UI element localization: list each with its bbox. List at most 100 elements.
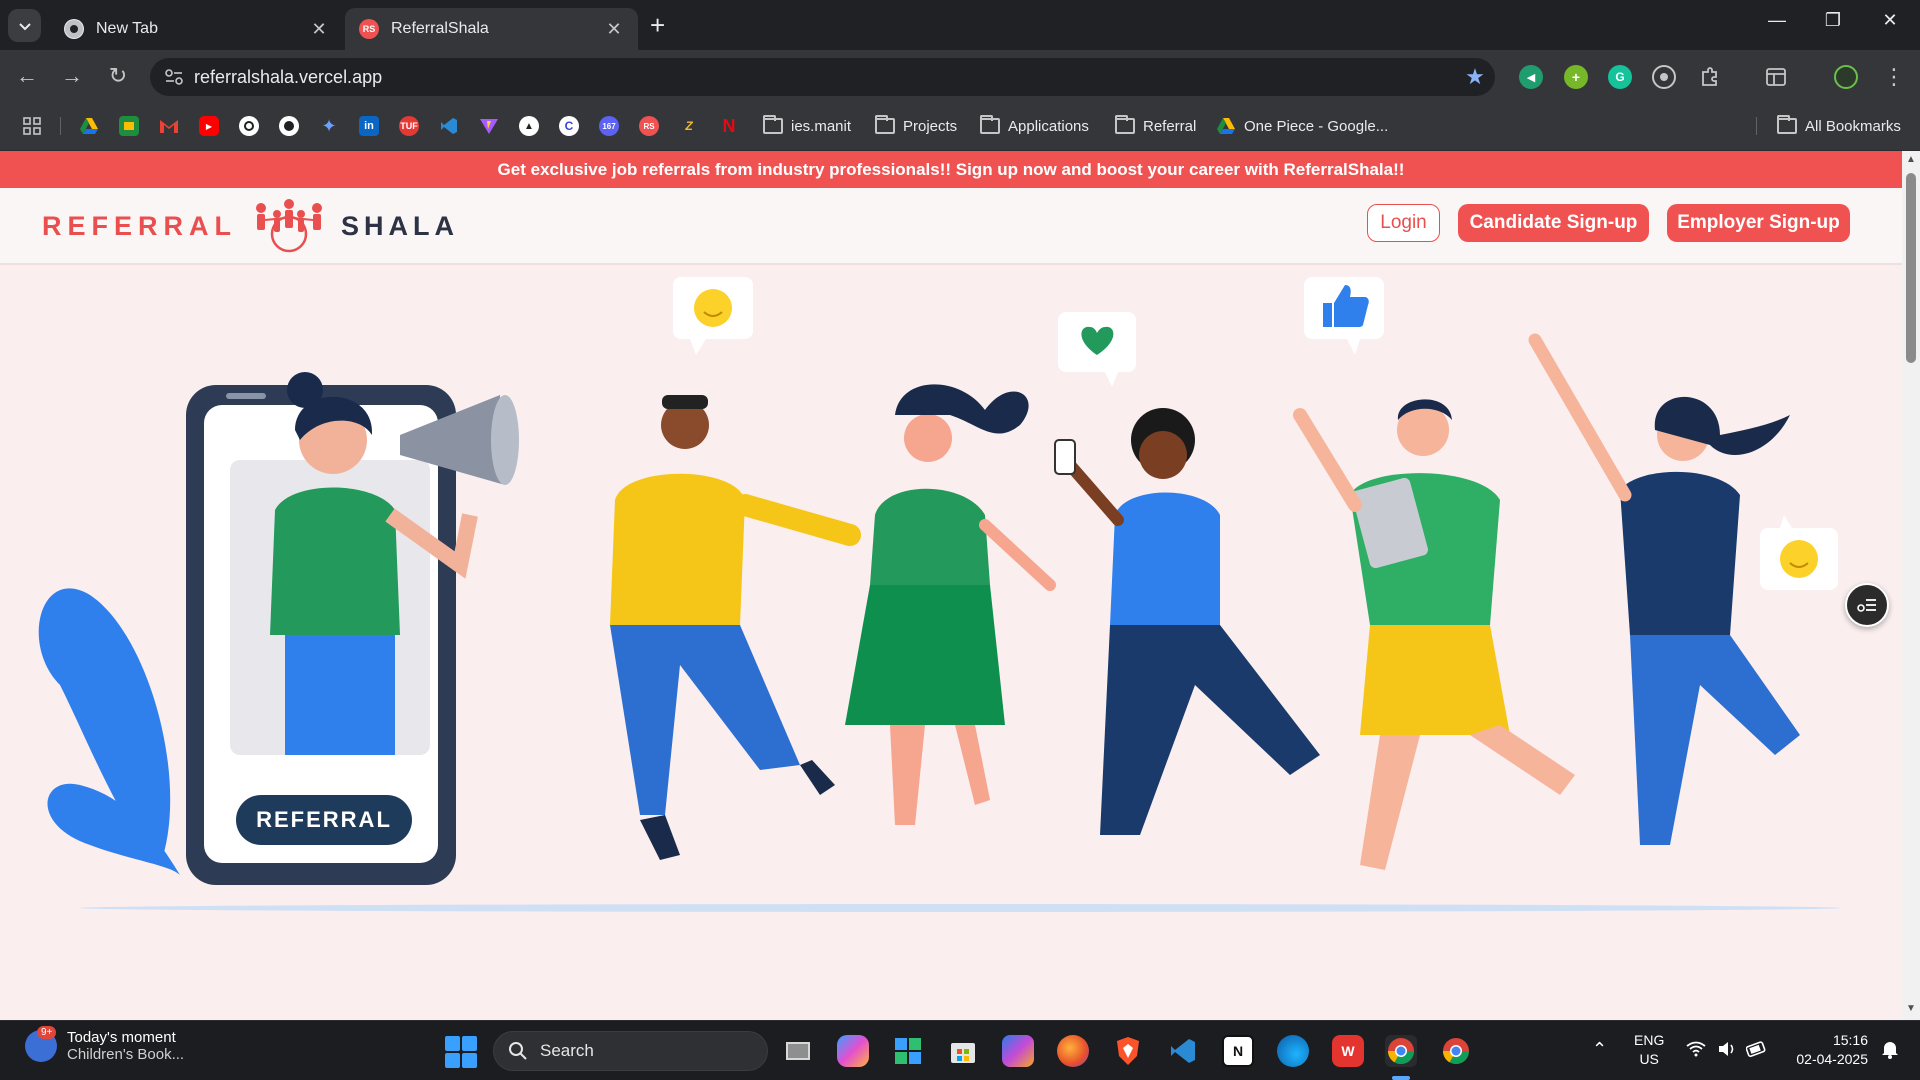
record-extension-icon[interactable] (1652, 65, 1676, 89)
new-tab-plus-icon[interactable]: + (650, 12, 665, 38)
people-network-logo-icon (256, 199, 322, 253)
taskbar-search-box[interactable]: Search (493, 1031, 768, 1071)
announcement-banner: Get exclusive job referrals from industr… (0, 151, 1902, 188)
bookmark-folder-ies-manit[interactable]: ies.manit (763, 115, 851, 137)
news-widget[interactable]: 9+ Today's moment Children's Book... (25, 1026, 184, 1063)
extensions-puzzle-icon[interactable] (1698, 65, 1722, 89)
forward-arrow-icon[interactable]: → (58, 62, 86, 90)
hero-illustration-svg: REFERRAL (38, 277, 1840, 912)
heart-bubble (1058, 312, 1136, 387)
bookmark-folder-applications[interactable]: Applications (980, 115, 1089, 137)
edge-icon[interactable] (1277, 1035, 1309, 1067)
folder-icon (980, 115, 1000, 134)
active-app-indicator (1392, 1076, 1410, 1080)
bookmark-folder-referral[interactable]: Referral (1115, 115, 1196, 137)
floating-tools-button[interactable] (1845, 583, 1889, 627)
site-logo[interactable]: REFERRAL SHALA (42, 196, 459, 256)
chrome-taskbar-icon[interactable] (1385, 1035, 1417, 1067)
scroll-down-arrow-icon[interactable]: ▼ (1905, 1003, 1917, 1014)
chrome-profile-icon[interactable] (1440, 1035, 1472, 1067)
url-text[interactable]: referralshala.vercel.app (194, 67, 1455, 88)
site-header: REFERRAL SHALA Login Candidate Sign-up E… (0, 188, 1902, 265)
widgets-icon[interactable] (892, 1035, 924, 1067)
restore-icon[interactable]: ❐ (1813, 10, 1853, 31)
github-icon[interactable] (279, 116, 299, 136)
bookmark-label: ies.manit (791, 117, 852, 135)
triangle-app-icon[interactable]: ▲ (519, 116, 539, 136)
add-extension-icon[interactable]: + (1564, 65, 1588, 89)
microsoft-365-icon[interactable] (1002, 1035, 1034, 1067)
tab-new-tab[interactable]: New Tab ✕ (50, 8, 343, 50)
bookmark-folder-projects[interactable]: Projects (875, 115, 957, 137)
site-info-icon[interactable] (154, 58, 194, 96)
address-bar[interactable]: referralshala.vercel.app ★ (150, 58, 1495, 96)
login-button[interactable]: Login (1367, 204, 1440, 242)
vscode-icon[interactable] (1167, 1035, 1199, 1067)
language-indicator[interactable]: ENG US (1634, 1031, 1664, 1069)
google-drive-icon[interactable] (79, 116, 99, 136)
clock[interactable]: 15:16 02-04-2025 (1786, 1031, 1868, 1069)
referralshala-favicon: RS (359, 19, 379, 39)
bookmark-label: Referral (1143, 117, 1197, 135)
gmail-icon[interactable] (159, 116, 179, 136)
speaker-extension-icon[interactable]: ◀ (1519, 65, 1543, 89)
back-arrow-icon[interactable]: ← (13, 62, 41, 90)
windows-start-icon[interactable] (445, 1036, 477, 1068)
codechef-icon[interactable]: C (559, 116, 579, 136)
windows-taskbar: 9+ Today's moment Children's Book... Sea… (0, 1020, 1920, 1080)
gemini-icon[interactable]: ✦ (319, 116, 339, 136)
tab-referralshala[interactable]: RS ReferralShala ✕ (345, 8, 638, 50)
google-meet-icon[interactable] (119, 116, 139, 136)
tuf-icon[interactable]: TUF (399, 116, 419, 136)
battery-icon[interactable] (1745, 1041, 1768, 1060)
apps-grid-icon[interactable] (22, 116, 42, 136)
zoho-icon[interactable]: Z (679, 116, 699, 136)
folder-icon (1115, 115, 1135, 134)
vscode-icon[interactable] (439, 116, 459, 136)
notion-icon[interactable]: N (1222, 1035, 1254, 1067)
wps-office-icon[interactable]: W (1332, 1035, 1364, 1067)
grammarly-icon[interactable]: G (1608, 65, 1632, 89)
all-bookmarks-folder[interactable]: All Bookmarks (1777, 115, 1901, 137)
volume-icon[interactable] (1717, 1041, 1737, 1060)
reload-icon[interactable]: ↻ (104, 62, 132, 90)
profile-avatar-icon[interactable] (1834, 65, 1858, 89)
linkedin-icon[interactable]: in (359, 116, 379, 136)
close-window-icon[interactable]: ✕ (1870, 10, 1910, 31)
employer-signup-button[interactable]: Employer Sign-up (1667, 204, 1850, 242)
wifi-icon[interactable] (1686, 1041, 1706, 1060)
brave-icon[interactable] (1112, 1035, 1144, 1067)
firefox-icon[interactable] (1057, 1035, 1089, 1067)
bookmark-label: Projects (903, 117, 958, 135)
tab-search-button[interactable] (8, 9, 41, 42)
smile-emoji-bubble (673, 277, 753, 355)
divider (1756, 117, 1757, 135)
side-panel-icon[interactable] (1764, 65, 1788, 89)
bookmark-one-piece-drive[interactable]: One Piece - Google... (1216, 115, 1388, 137)
menu-kebab-icon[interactable]: ⋮ (1882, 64, 1906, 89)
scrollbar-thumb[interactable] (1906, 173, 1916, 363)
close-tab-icon[interactable]: ✕ (604, 19, 624, 40)
referralshala-bookmark-icon[interactable]: RS (639, 116, 659, 136)
minimize-icon[interactable]: — (1757, 10, 1797, 31)
widget-title: Today's moment (67, 1029, 176, 1046)
bookmark-star-icon[interactable]: ★ (1455, 64, 1495, 90)
candidate-signup-button[interactable]: Candidate Sign-up (1458, 204, 1649, 242)
logo-text-left: REFERRAL (42, 210, 237, 241)
counter-167-icon[interactable]: 167 (599, 116, 619, 136)
folder-icon (875, 115, 895, 134)
close-tab-icon[interactable]: ✕ (309, 19, 329, 40)
page-scrollbar[interactable]: ▲ ▼ (1902, 151, 1920, 1020)
copilot-icon[interactable] (837, 1035, 869, 1067)
openai-icon[interactable] (239, 116, 259, 136)
logo-text-right: SHALA (341, 210, 459, 241)
vite-icon[interactable] (479, 116, 499, 136)
notification-bell-icon[interactable] (1880, 1039, 1900, 1062)
netflix-icon[interactable]: N (719, 116, 739, 136)
show-hidden-icons-chevron-icon[interactable]: ⌃ (1592, 1039, 1607, 1060)
microsoft-store-icon[interactable] (947, 1035, 979, 1067)
google-drive-icon (1217, 118, 1235, 134)
scroll-up-arrow-icon[interactable]: ▲ (1905, 154, 1917, 165)
task-view-icon[interactable] (782, 1035, 814, 1067)
youtube-icon[interactable]: ▶ (199, 116, 219, 136)
